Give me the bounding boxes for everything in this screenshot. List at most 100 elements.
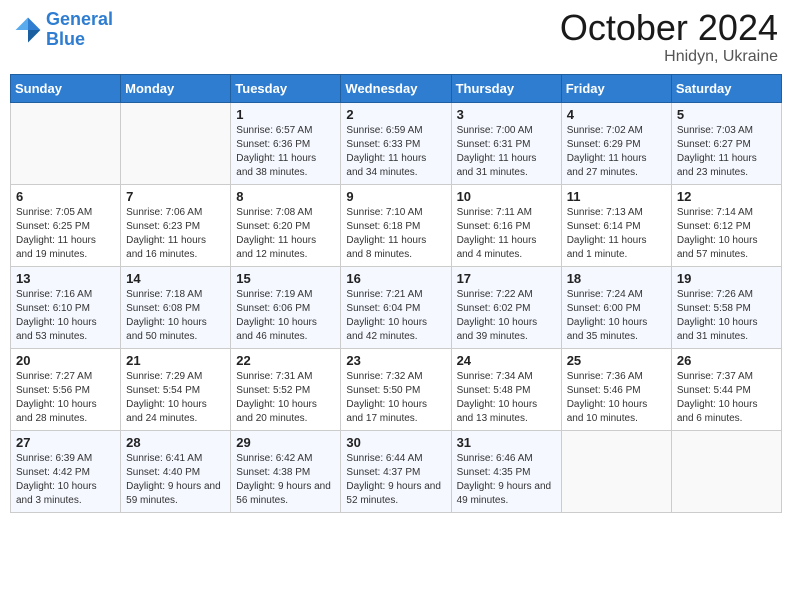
day-info: Sunrise: 7:21 AM Sunset: 6:04 PM Dayligh…	[346, 288, 445, 344]
calendar-cell	[11, 103, 121, 185]
day-info: Sunrise: 7:29 AM Sunset: 5:54 PM Dayligh…	[126, 370, 225, 426]
day-number: 13	[16, 271, 115, 286]
day-number: 15	[236, 271, 335, 286]
day-info: Sunrise: 6:41 AM Sunset: 4:40 PM Dayligh…	[126, 452, 225, 508]
week-row-3: 13Sunrise: 7:16 AM Sunset: 6:10 PM Dayli…	[11, 267, 782, 349]
day-info: Sunrise: 7:24 AM Sunset: 6:00 PM Dayligh…	[567, 288, 666, 344]
day-number: 31	[457, 435, 556, 450]
day-info: Sunrise: 6:42 AM Sunset: 4:38 PM Dayligh…	[236, 452, 335, 508]
calendar-cell: 31 Sunrise: 6:46 AM Sunset: 4:35 PM Dayli…	[451, 431, 561, 513]
day-number: 5	[677, 107, 776, 122]
location-title: Hnidyn, Ukraine	[560, 48, 778, 66]
calendar-cell: 5 Sunrise: 7:03 AM Sunset: 6:27 PM Daylig…	[671, 103, 781, 185]
day-number: 9	[346, 189, 445, 204]
calendar-cell: 30 Sunrise: 6:44 AM Sunset: 4:37 PM Dayli…	[341, 431, 451, 513]
calendar-table: SundayMondayTuesdayWednesdayThursdayFrid…	[10, 74, 782, 513]
calendar-cell: 18 Sunrise: 7:24 AM Sunset: 6:00 PM Dayli…	[561, 267, 671, 349]
weekday-header-sunday: Sunday	[11, 75, 121, 103]
day-info: Sunrise: 6:57 AM Sunset: 6:36 PM Dayligh…	[236, 124, 335, 180]
day-number: 3	[457, 107, 556, 122]
day-info: Sunrise: 7:02 AM Sunset: 6:29 PM Dayligh…	[567, 124, 666, 180]
calendar-cell: 15 Sunrise: 7:19 AM Sunset: 6:06 PM Dayli…	[231, 267, 341, 349]
calendar-cell: 28Sunrise: 6:41 AM Sunset: 4:40 PM Dayli…	[121, 431, 231, 513]
calendar-cell: 16 Sunrise: 7:21 AM Sunset: 6:04 PM Dayli…	[341, 267, 451, 349]
day-info: Sunrise: 7:34 AM Sunset: 5:48 PM Dayligh…	[457, 370, 556, 426]
week-row-4: 20Sunrise: 7:27 AM Sunset: 5:56 PM Dayli…	[11, 349, 782, 431]
week-row-1: 1 Sunrise: 6:57 AM Sunset: 6:36 PM Daylig…	[11, 103, 782, 185]
day-number: 14	[126, 271, 225, 286]
week-row-5: 27 Sunrise: 6:39 AM Sunset: 4:42 PM Dayli…	[11, 431, 782, 513]
calendar-cell: 2Sunrise: 6:59 AM Sunset: 6:33 PM Daylig…	[341, 103, 451, 185]
day-number: 1	[236, 107, 335, 122]
calendar-cell: 1 Sunrise: 6:57 AM Sunset: 6:36 PM Daylig…	[231, 103, 341, 185]
day-info: Sunrise: 7:18 AM Sunset: 6:08 PM Dayligh…	[126, 288, 225, 344]
day-number: 22	[236, 353, 335, 368]
day-info: Sunrise: 6:44 AM Sunset: 4:37 PM Dayligh…	[346, 452, 445, 508]
day-number: 27	[16, 435, 115, 450]
page-header: General Blue October 2024 Hnidyn, Ukrain…	[10, 10, 782, 66]
day-info: Sunrise: 7:37 AM Sunset: 5:44 PM Dayligh…	[677, 370, 776, 426]
logo-blue: Blue	[46, 29, 85, 49]
calendar-cell: 6Sunrise: 7:05 AM Sunset: 6:25 PM Daylig…	[11, 185, 121, 267]
calendar-cell: 23 Sunrise: 7:32 AM Sunset: 5:50 PM Dayli…	[341, 349, 451, 431]
day-number: 11	[567, 189, 666, 204]
calendar-cell: 22 Sunrise: 7:31 AM Sunset: 5:52 PM Dayli…	[231, 349, 341, 431]
day-number: 12	[677, 189, 776, 204]
day-number: 26	[677, 353, 776, 368]
calendar-cell: 4 Sunrise: 7:02 AM Sunset: 6:29 PM Daylig…	[561, 103, 671, 185]
day-info: Sunrise: 7:22 AM Sunset: 6:02 PM Dayligh…	[457, 288, 556, 344]
calendar-cell: 17 Sunrise: 7:22 AM Sunset: 6:02 PM Dayli…	[451, 267, 561, 349]
day-info: Sunrise: 7:06 AM Sunset: 6:23 PM Dayligh…	[126, 206, 225, 262]
month-title: October 2024	[560, 10, 778, 46]
day-info: Sunrise: 7:08 AM Sunset: 6:20 PM Dayligh…	[236, 206, 335, 262]
day-number: 19	[677, 271, 776, 286]
day-info: Sunrise: 7:10 AM Sunset: 6:18 PM Dayligh…	[346, 206, 445, 262]
calendar-cell: 10 Sunrise: 7:11 AM Sunset: 6:16 PM Dayli…	[451, 185, 561, 267]
calendar-cell: 24 Sunrise: 7:34 AM Sunset: 5:48 PM Dayli…	[451, 349, 561, 431]
day-number: 10	[457, 189, 556, 204]
day-info: Sunrise: 7:32 AM Sunset: 5:50 PM Dayligh…	[346, 370, 445, 426]
day-info: Sunrise: 7:11 AM Sunset: 6:16 PM Dayligh…	[457, 206, 556, 262]
day-info: Sunrise: 7:13 AM Sunset: 6:14 PM Dayligh…	[567, 206, 666, 262]
day-number: 17	[457, 271, 556, 286]
day-info: Sunrise: 7:26 AM Sunset: 5:58 PM Dayligh…	[677, 288, 776, 344]
weekday-header-row: SundayMondayTuesdayWednesdayThursdayFrid…	[11, 75, 782, 103]
calendar-cell: 12 Sunrise: 7:14 AM Sunset: 6:12 PM Dayli…	[671, 185, 781, 267]
day-info: Sunrise: 7:14 AM Sunset: 6:12 PM Dayligh…	[677, 206, 776, 262]
day-number: 21	[126, 353, 225, 368]
day-number: 23	[346, 353, 445, 368]
calendar-cell: 19 Sunrise: 7:26 AM Sunset: 5:58 PM Dayli…	[671, 267, 781, 349]
day-info: Sunrise: 6:46 AM Sunset: 4:35 PM Dayligh…	[457, 452, 556, 508]
day-info: Sunrise: 7:31 AM Sunset: 5:52 PM Dayligh…	[236, 370, 335, 426]
day-info: Sunrise: 6:39 AM Sunset: 4:42 PM Dayligh…	[16, 452, 115, 508]
logo-general: General	[46, 9, 113, 29]
week-row-2: 6Sunrise: 7:05 AM Sunset: 6:25 PM Daylig…	[11, 185, 782, 267]
day-info: Sunrise: 7:19 AM Sunset: 6:06 PM Dayligh…	[236, 288, 335, 344]
day-number: 7	[126, 189, 225, 204]
calendar-cell: 26 Sunrise: 7:37 AM Sunset: 5:44 PM Dayli…	[671, 349, 781, 431]
day-number: 30	[346, 435, 445, 450]
weekday-header-saturday: Saturday	[671, 75, 781, 103]
calendar-cell: 13Sunrise: 7:16 AM Sunset: 6:10 PM Dayli…	[11, 267, 121, 349]
calendar-cell	[671, 431, 781, 513]
logo-text: General Blue	[46, 10, 113, 50]
weekday-header-tuesday: Tuesday	[231, 75, 341, 103]
day-number: 16	[346, 271, 445, 286]
day-number: 8	[236, 189, 335, 204]
day-number: 24	[457, 353, 556, 368]
day-number: 18	[567, 271, 666, 286]
day-number: 4	[567, 107, 666, 122]
day-number: 25	[567, 353, 666, 368]
calendar-cell: 11 Sunrise: 7:13 AM Sunset: 6:14 PM Dayli…	[561, 185, 671, 267]
day-info: Sunrise: 7:03 AM Sunset: 6:27 PM Dayligh…	[677, 124, 776, 180]
calendar-cell	[561, 431, 671, 513]
calendar-cell: 7 Sunrise: 7:06 AM Sunset: 6:23 PM Daylig…	[121, 185, 231, 267]
calendar-cell: 29Sunrise: 6:42 AM Sunset: 4:38 PM Dayli…	[231, 431, 341, 513]
weekday-header-thursday: Thursday	[451, 75, 561, 103]
weekday-header-friday: Friday	[561, 75, 671, 103]
weekday-header-wednesday: Wednesday	[341, 75, 451, 103]
title-block: October 2024 Hnidyn, Ukraine	[560, 10, 778, 66]
calendar-cell: 21 Sunrise: 7:29 AM Sunset: 5:54 PM Dayli…	[121, 349, 231, 431]
calendar-cell	[121, 103, 231, 185]
logo-icon	[14, 16, 42, 44]
